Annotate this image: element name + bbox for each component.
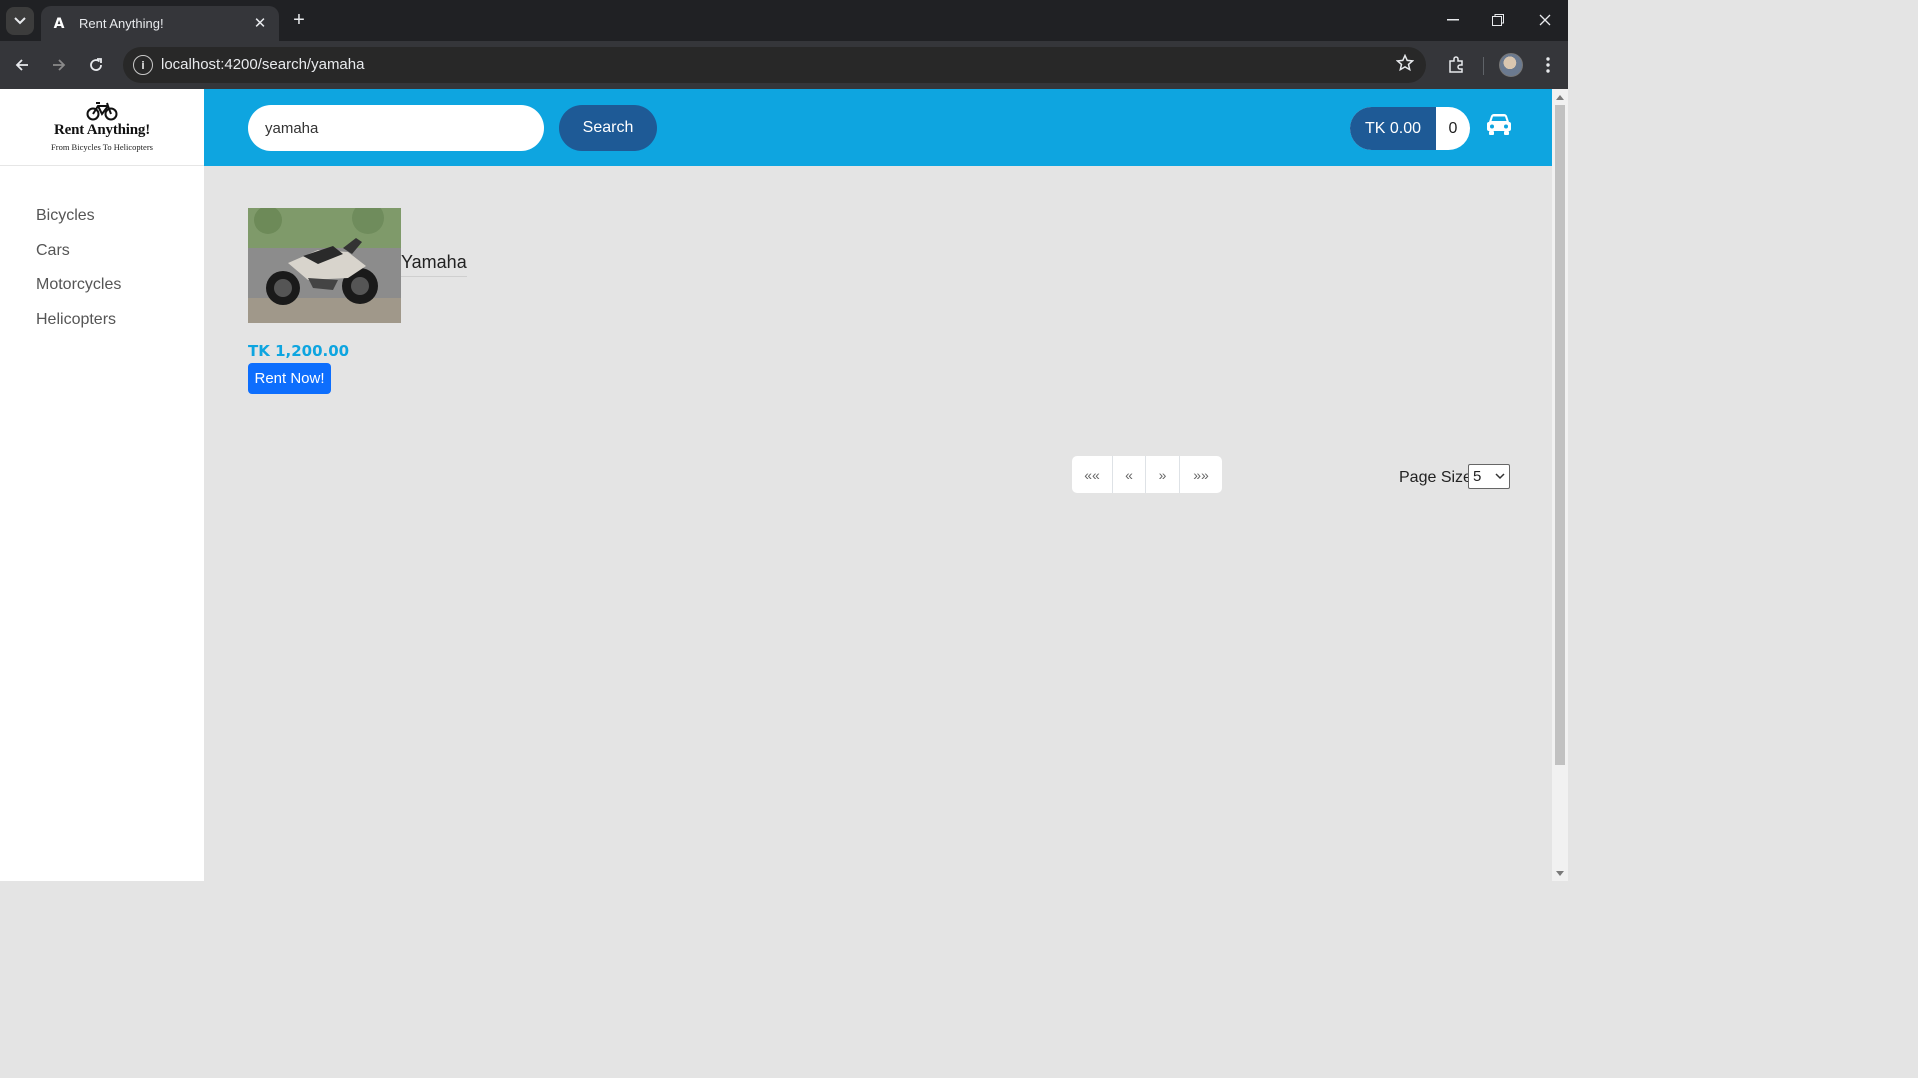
page-size-select[interactable]: 5 xyxy=(1468,464,1510,489)
reload-icon xyxy=(90,58,102,71)
page-content: Rent Anything! From Bicycles To Helicopt… xyxy=(0,89,1552,881)
sidebar-item-helicopters[interactable]: Helicopters xyxy=(36,311,121,346)
cart-item-count: 0 xyxy=(1448,119,1458,137)
car-icon[interactable] xyxy=(1486,113,1512,137)
browser-toolbar: i localhost:4200/search/yamaha xyxy=(0,41,1568,89)
sidebar: Rent Anything! From Bicycles To Helicopt… xyxy=(0,89,204,881)
scrollbar-thumb[interactable] xyxy=(1555,105,1565,765)
minimize-window-button[interactable] xyxy=(1433,8,1473,32)
arrow-right-icon xyxy=(53,59,66,71)
more-menu-icon[interactable] xyxy=(1536,53,1560,77)
product-name[interactable]: Yamaha xyxy=(401,252,467,277)
angular-favicon-icon: A xyxy=(53,15,65,32)
browser-tab-bar: A Rent Anything! ✕ + xyxy=(0,0,1568,41)
pagination: «« « » »» xyxy=(1072,456,1222,493)
restore-icon xyxy=(1492,14,1504,26)
toolbar-divider xyxy=(1483,57,1484,75)
restore-window-button[interactable] xyxy=(1478,8,1518,32)
cart-status[interactable]: TK 0.00 0 xyxy=(1350,107,1470,150)
close-window-button[interactable] xyxy=(1525,8,1565,32)
site-logo[interactable]: Rent Anything! From Bicycles To Helicopt… xyxy=(0,89,204,166)
page-next-button[interactable]: » xyxy=(1146,456,1180,493)
close-icon xyxy=(1539,14,1551,26)
search-button[interactable]: Search xyxy=(559,105,657,151)
logo-subtitle: From Bicycles To Helicopters xyxy=(51,142,153,152)
search-input[interactable] xyxy=(248,105,544,151)
chevron-down-icon xyxy=(14,17,26,25)
sidebar-item-motorcycles[interactable]: Motorcycles xyxy=(36,276,121,311)
arrow-left-icon xyxy=(15,59,28,71)
bookmark-star-icon[interactable] xyxy=(1395,53,1415,77)
forward-button[interactable] xyxy=(45,51,73,79)
close-tab-icon[interactable]: ✕ xyxy=(251,14,269,32)
extensions-icon[interactable] xyxy=(1444,53,1468,77)
sidebar-item-cars[interactable]: Cars xyxy=(36,242,121,277)
page-size-label: Page Size xyxy=(1399,469,1472,486)
top-header: Search TK 0.00 0 xyxy=(204,89,1552,166)
page-prev-button[interactable]: « xyxy=(1113,456,1146,493)
browser-tab[interactable]: A Rent Anything! ✕ xyxy=(41,6,279,41)
reload-button[interactable] xyxy=(82,51,110,79)
new-tab-button[interactable]: + xyxy=(288,9,310,31)
cart-total-price: TK 0.00 xyxy=(1350,107,1436,150)
url-text: localhost:4200/search/yamaha xyxy=(161,56,365,73)
site-info-icon[interactable]: i xyxy=(133,55,153,75)
scroll-up-arrow-icon[interactable] xyxy=(1556,95,1564,100)
rent-now-button[interactable]: Rent Now! xyxy=(248,363,331,394)
logo-title: Rent Anything! xyxy=(54,122,150,138)
tab-title: Rent Anything! xyxy=(79,16,164,31)
scroll-down-arrow-icon[interactable] xyxy=(1556,871,1564,876)
chevron-down-icon xyxy=(1495,473,1505,480)
bicycle-icon xyxy=(86,102,118,121)
category-menu: Bicycles Cars Motorcycles Helicopters xyxy=(36,207,121,345)
page-first-button[interactable]: «« xyxy=(1072,456,1113,493)
product-price: TK 1,200.00 xyxy=(248,342,350,360)
page-size-value: 5 xyxy=(1473,468,1482,485)
sidebar-item-bicycles[interactable]: Bicycles xyxy=(36,207,121,242)
profile-avatar[interactable] xyxy=(1499,53,1523,77)
address-bar[interactable]: i localhost:4200/search/yamaha xyxy=(123,47,1426,83)
minimize-icon xyxy=(1447,19,1459,21)
tab-search-button[interactable] xyxy=(6,7,34,35)
back-button[interactable] xyxy=(8,51,36,79)
page-last-button[interactable]: »» xyxy=(1180,456,1222,493)
vertical-scrollbar[interactable] xyxy=(1552,89,1568,881)
product-image[interactable] xyxy=(248,208,401,323)
